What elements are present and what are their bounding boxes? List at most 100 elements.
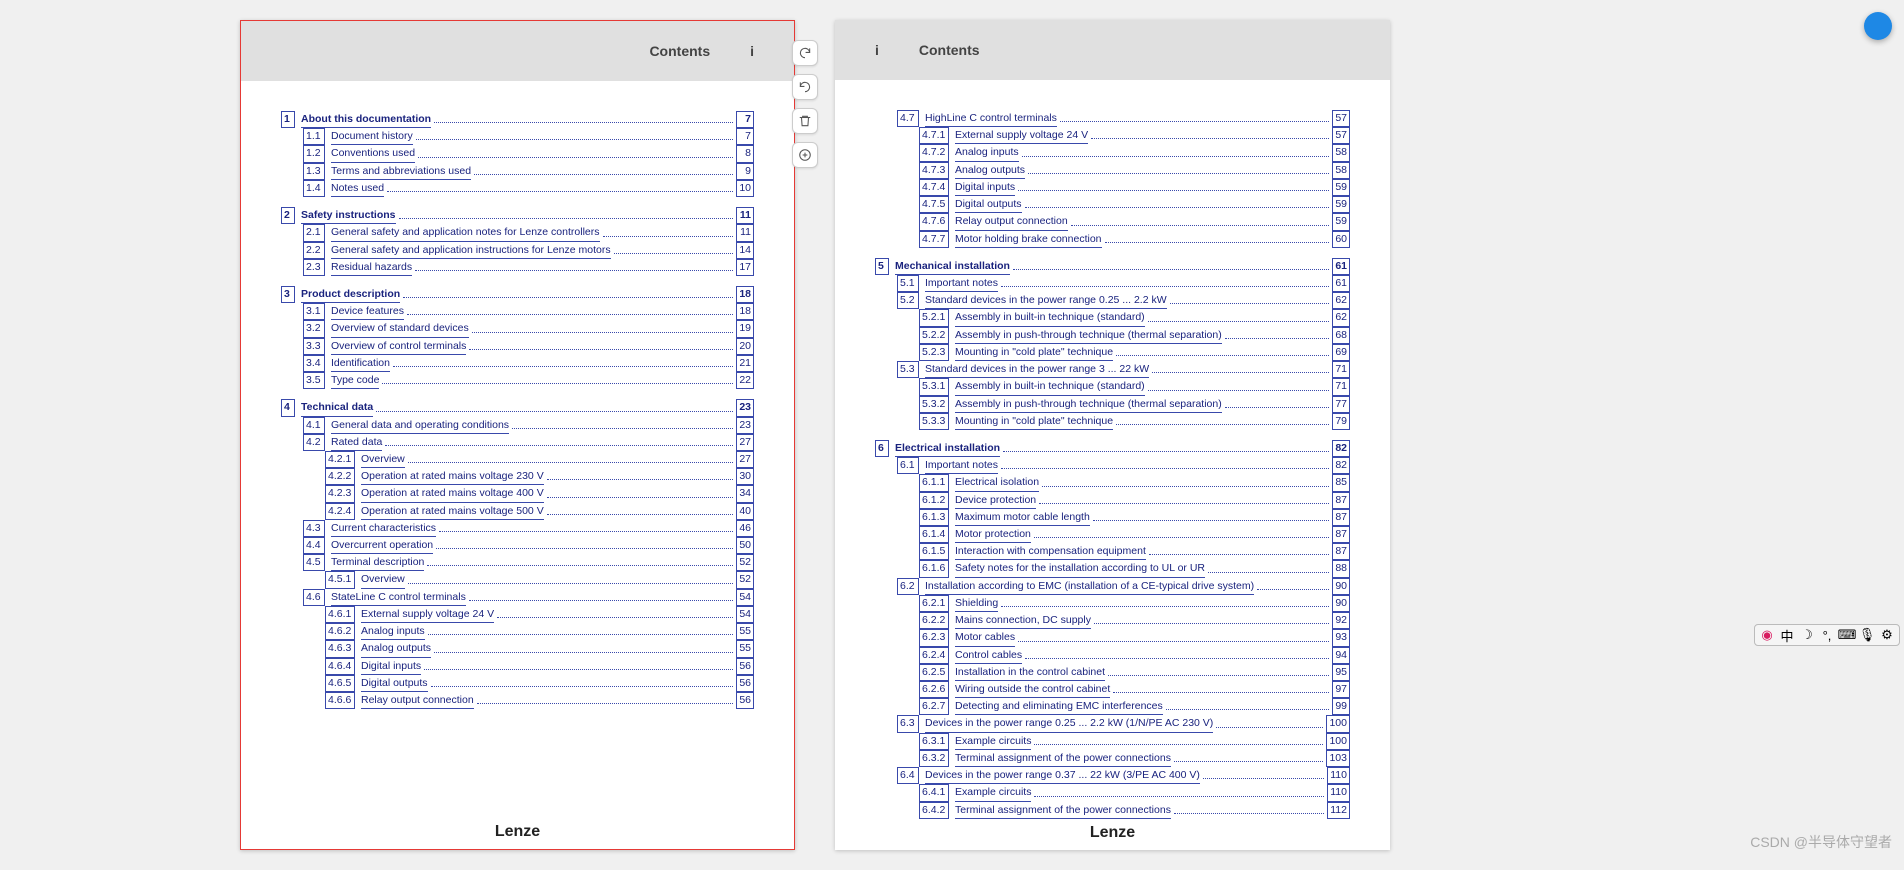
toc-row[interactable]: 2Safety instructions11: [281, 207, 754, 224]
toc-row[interactable]: 6.2.5Installation in the control cabinet…: [919, 664, 1350, 681]
ime-mic-icon[interactable]: 🎙: [1859, 627, 1875, 643]
toc-leader-dots: [1028, 173, 1329, 174]
toc-row[interactable]: 4Technical data23: [281, 399, 754, 416]
toc-row[interactable]: 2.1General safety and application notes …: [303, 224, 754, 241]
ime-lang[interactable]: 中: [1779, 627, 1795, 643]
ime-toolbar[interactable]: ◉ 中 ☽ °, ⌨ 🎙 ⚙: [1754, 624, 1900, 646]
toc-row[interactable]: 6.2.2Mains connection, DC supply92: [919, 612, 1350, 629]
delete-button[interactable]: [792, 108, 818, 134]
toc-row[interactable]: 1About this documentation7: [281, 111, 754, 128]
toc-row[interactable]: 4.3Current characteristics46: [303, 520, 754, 537]
toc-row[interactable]: 5.2.2Assembly in push-through technique …: [919, 327, 1350, 344]
toc-row[interactable]: 6.1Important notes82: [897, 457, 1350, 474]
toc-row[interactable]: 4.7.3Analog outputs58: [919, 162, 1350, 179]
toc-page: 60: [1332, 231, 1350, 248]
toc-row[interactable]: 6.2.4Control cables94: [919, 647, 1350, 664]
ime-keyboard-icon[interactable]: ⌨: [1839, 627, 1855, 643]
rotate-ccw-button[interactable]: [792, 74, 818, 100]
toc-number: 4.7: [897, 110, 919, 127]
toc-row[interactable]: 6.2Installation according to EMC (instal…: [897, 578, 1350, 595]
toc-row[interactable]: 4.7.4Digital inputs59: [919, 179, 1350, 196]
toc-row[interactable]: 3.2Overview of standard devices19: [303, 320, 754, 337]
toc-row[interactable]: 6.3.1Example circuits100: [919, 733, 1350, 750]
toc-leader-dots: [512, 428, 733, 429]
toc-row[interactable]: 3Product description18: [281, 286, 754, 303]
toc-row[interactable]: 2.3Residual hazards17: [303, 259, 754, 276]
ime-punct[interactable]: °,: [1819, 627, 1835, 643]
toc-row[interactable]: 3.5Type code22: [303, 372, 754, 389]
toc-row[interactable]: 6Electrical installation82: [875, 440, 1350, 457]
toc-row[interactable]: 5.3.3Mounting in "cold plate" technique7…: [919, 413, 1350, 430]
toc-row[interactable]: 4.7HighLine C control terminals57: [897, 110, 1350, 127]
ime-moon-icon[interactable]: ☽: [1799, 627, 1815, 643]
toc-title: Analog inputs: [955, 145, 1019, 161]
rotate-cw-button[interactable]: [792, 40, 818, 66]
toc-row[interactable]: 4.7.6Relay output connection59: [919, 213, 1350, 230]
toc-row[interactable]: 4.1General data and operating conditions…: [303, 417, 754, 434]
toc-row[interactable]: 6.1.6Safety notes for the installation a…: [919, 560, 1350, 577]
toc-row[interactable]: 5.1Important notes61: [897, 275, 1350, 292]
toc-row[interactable]: 6.4.1Example circuits110: [919, 784, 1350, 801]
toc-row[interactable]: 4.5Terminal description52: [303, 554, 754, 571]
toc-row[interactable]: 4.6StateLine C control terminals54: [303, 589, 754, 606]
toc-row[interactable]: 4.7.7Motor holding brake connection60: [919, 231, 1350, 248]
toc-row[interactable]: 6.2.7Detecting and eliminating EMC inter…: [919, 698, 1350, 715]
toc-row[interactable]: 4.6.3Analog outputs55: [325, 640, 754, 657]
toc-row[interactable]: 4.6.6Relay output connection56: [325, 692, 754, 709]
toc-row[interactable]: 4.2.2Operation at rated mains voltage 23…: [325, 468, 754, 485]
toc-row[interactable]: 5.2Standard devices in the power range 0…: [897, 292, 1350, 309]
toc-number: 6.2: [897, 578, 919, 595]
toc-row[interactable]: 5Mechanical installation61: [875, 258, 1350, 275]
toc-row[interactable]: 5.3.1Assembly in built-in technique (sta…: [919, 378, 1350, 395]
toc-row[interactable]: 2.2General safety and application instru…: [303, 242, 754, 259]
toc-row[interactable]: 6.2.1Shielding90: [919, 595, 1350, 612]
toc-row[interactable]: 3.1Device features18: [303, 303, 754, 320]
toc-row[interactable]: 4.2.3Operation at rated mains voltage 40…: [325, 485, 754, 502]
toc-row[interactable]: 4.2.1Overview27: [325, 451, 754, 468]
toc-row[interactable]: 4.2Rated data27: [303, 434, 754, 451]
toc-leader-dots: [614, 253, 733, 254]
toc-row[interactable]: 1.1Document history7: [303, 128, 754, 145]
page-right[interactable]: i Contents 4.7HighLine C control termina…: [835, 20, 1390, 850]
toc-row[interactable]: 6.1.4Motor protection87: [919, 526, 1350, 543]
toc-row[interactable]: 5.2.3Mounting in "cold plate" technique6…: [919, 344, 1350, 361]
toc-page: 11: [736, 207, 754, 224]
toc-row[interactable]: 6.1.2Device protection87: [919, 492, 1350, 509]
toc-row[interactable]: 4.7.5Digital outputs59: [919, 196, 1350, 213]
toc-row[interactable]: 5.2.1Assembly in built-in technique (sta…: [919, 309, 1350, 326]
toc-row[interactable]: 6.1.1Electrical isolation85: [919, 474, 1350, 491]
ime-settings-icon[interactable]: ⚙: [1879, 627, 1895, 643]
toc-row[interactable]: 6.4.2Terminal assignment of the power co…: [919, 802, 1350, 819]
toc-row[interactable]: 4.7.1External supply voltage 24 V57: [919, 127, 1350, 144]
toc-row[interactable]: 6.1.3Maximum motor cable length87: [919, 509, 1350, 526]
add-page-button[interactable]: [792, 142, 818, 168]
toc-row[interactable]: 4.7.2Analog inputs58: [919, 144, 1350, 161]
toc-row[interactable]: 1.4Notes used10: [303, 180, 754, 197]
toc-row[interactable]: 4.2.4Operation at rated mains voltage 50…: [325, 503, 754, 520]
toc-row[interactable]: 6.2.3Motor cables93: [919, 629, 1350, 646]
page-left[interactable]: Contents i 1About this documentation71.1…: [240, 20, 795, 850]
toc-row[interactable]: 4.6.4Digital inputs56: [325, 658, 754, 675]
assistant-badge[interactable]: [1864, 12, 1892, 40]
toc-row[interactable]: 1.2Conventions used8: [303, 145, 754, 162]
toc-leader-dots: [436, 548, 733, 549]
toc-row[interactable]: 6.4Devices in the power range 0.37 ... 2…: [897, 767, 1350, 784]
toc-row[interactable]: 4.6.1External supply voltage 24 V54: [325, 606, 754, 623]
toc-row[interactable]: 4.6.2Analog inputs55: [325, 623, 754, 640]
toc-row[interactable]: 5.3.2Assembly in push-through technique …: [919, 396, 1350, 413]
toc-row[interactable]: 4.6.5Digital outputs56: [325, 675, 754, 692]
toc-row[interactable]: 6.3Devices in the power range 0.25 ... 2…: [897, 715, 1350, 732]
toc-row[interactable]: 4.4Overcurrent operation50: [303, 537, 754, 554]
toc-row[interactable]: 6.1.5Interaction with compensation equip…: [919, 543, 1350, 560]
toc-row[interactable]: 6.3.2Terminal assignment of the power co…: [919, 750, 1350, 767]
toc-number: 4.7.4: [919, 179, 949, 196]
toc-row[interactable]: 1.3Terms and abbreviations used9: [303, 163, 754, 180]
toc-title: Analog inputs: [361, 624, 425, 640]
toc-page: 30: [736, 468, 754, 485]
toc-row[interactable]: 6.2.6Wiring outside the control cabinet9…: [919, 681, 1350, 698]
toc-row[interactable]: 4.5.1Overview52: [325, 571, 754, 588]
toc-row[interactable]: 3.3Overview of control terminals20: [303, 338, 754, 355]
toc-row[interactable]: 3.4Identification21: [303, 355, 754, 372]
toc-number: 6.1.6: [919, 560, 949, 577]
toc-row[interactable]: 5.3Standard devices in the power range 3…: [897, 361, 1350, 378]
